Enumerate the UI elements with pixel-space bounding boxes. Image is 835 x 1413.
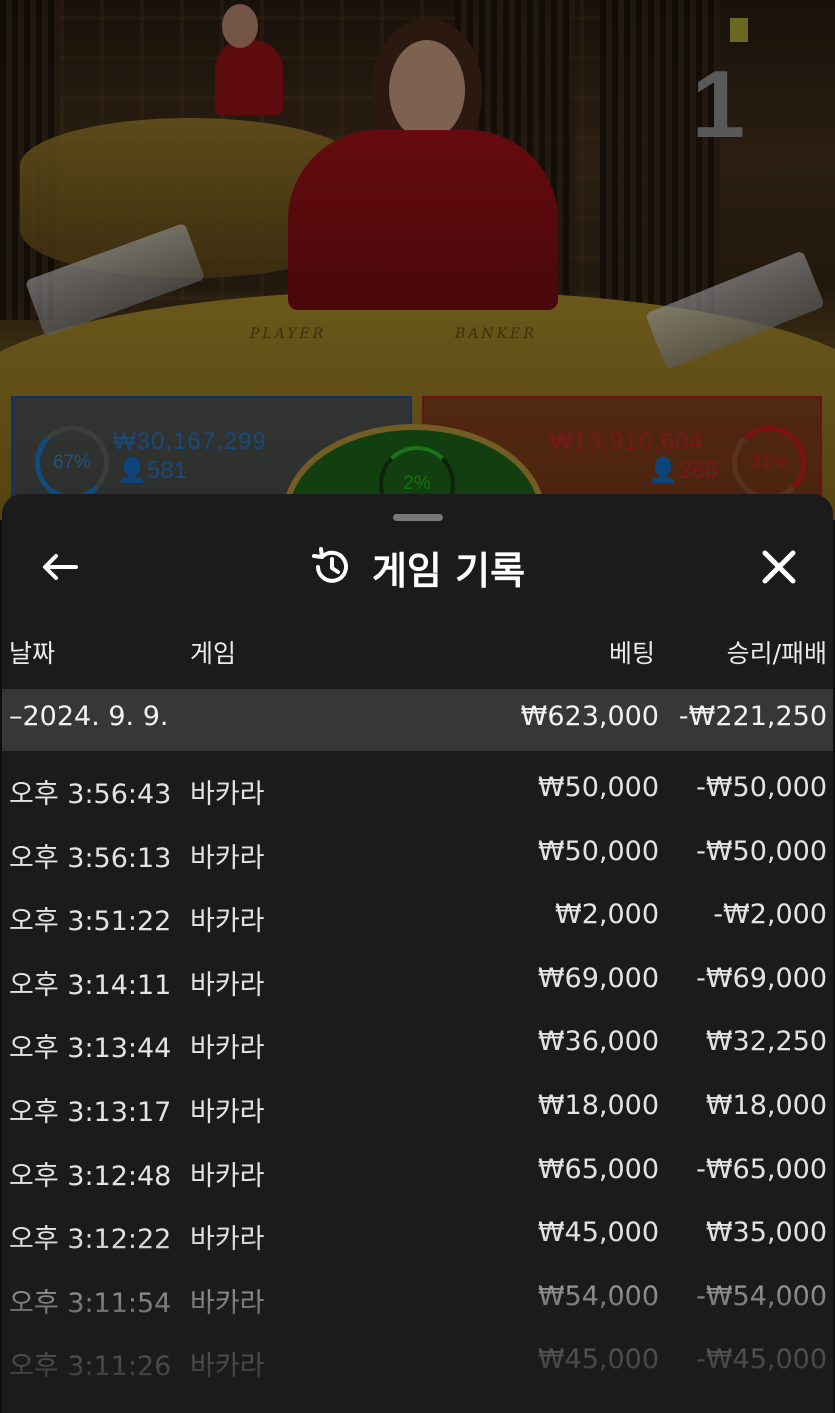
row-bet: ₩2,000 <box>555 899 659 931</box>
live-stream-background: PLAYER BANKER 1 67% ₩30,167,299 👤581 ₩13… <box>0 0 835 520</box>
row-time: 오후 3:14:11 <box>9 969 172 1001</box>
row-game: 바카라 <box>190 1351 265 1383</box>
row-result: -₩65,000 <box>696 1153 827 1185</box>
row-time: 오후 3:12:22 <box>9 1224 172 1256</box>
row-result: ₩32,250 <box>705 1026 827 1058</box>
row-time: 오후 3:12:48 <box>9 1160 172 1192</box>
row-time: 오후 3:13:44 <box>9 1033 172 1065</box>
row-game: 바카라 <box>190 906 265 938</box>
sheet-header: 게임 기록 <box>2 532 833 602</box>
history-list: 오후 3:56:43 바카라 ₩50,000 -₩50,000 오후 3:56:… <box>2 756 833 1392</box>
group-total-bet: ₩623,000 <box>520 701 659 732</box>
history-row[interactable]: 오후 3:56:13 바카라 ₩50,000 -₩50,000 <box>2 820 833 884</box>
group-date: –2024. 9. 9. <box>9 701 169 732</box>
game-history-sheet: 게임 기록 날짜 게임 베팅 승리/패배 –2024. 9. 9. ₩623,0… <box>2 494 833 1413</box>
history-row[interactable]: 오후 3:14:11 바카라 ₩69,000 -₩69,000 <box>2 947 833 1011</box>
row-time: 오후 3:56:13 <box>9 842 172 874</box>
modal-backdrop[interactable] <box>0 0 835 520</box>
row-game: 바카라 <box>190 779 265 810</box>
row-result: ₩35,000 <box>705 1217 827 1249</box>
column-header-result: 승리/패배 <box>726 639 827 668</box>
history-row[interactable]: 오후 3:13:44 바카라 ₩36,000 ₩32,250 <box>2 1010 833 1074</box>
date-group-row[interactable]: –2024. 9. 9. ₩623,000 -₩221,250 <box>2 689 833 751</box>
row-game: 바카라 <box>190 1033 265 1065</box>
row-result: -₩50,000 <box>696 772 827 803</box>
row-time: 오후 3:56:43 <box>9 779 172 810</box>
row-game: 바카라 <box>190 1096 265 1128</box>
history-icon <box>311 547 348 583</box>
history-row[interactable]: 오후 3:51:22 바카라 ₩2,000 -₩2,000 <box>2 883 833 947</box>
column-header-date: 날짜 <box>9 639 56 668</box>
group-total-result: -₩221,250 <box>678 701 827 732</box>
history-row[interactable]: 오후 3:13:17 바카라 ₩18,000 ₩18,000 <box>2 1074 833 1138</box>
row-bet: ₩45,000 <box>537 1217 659 1249</box>
row-result: -₩2,000 <box>713 899 827 931</box>
row-game: 바카라 <box>190 842 265 874</box>
history-row[interactable]: 오후 3:11:54 바카라 ₩54,000 -₩54,000 <box>2 1265 833 1329</box>
row-bet: ₩50,000 <box>537 772 659 803</box>
row-bet: ₩36,000 <box>537 1026 659 1058</box>
history-row[interactable]: 오후 3:12:22 바카라 ₩45,000 ₩35,000 <box>2 1201 833 1265</box>
column-header-game: 게임 <box>190 639 237 668</box>
row-result: -₩54,000 <box>696 1280 827 1312</box>
row-bet: ₩45,000 <box>537 1344 659 1376</box>
row-result: -₩50,000 <box>696 835 827 867</box>
row-game: 바카라 <box>190 1160 265 1192</box>
row-bet: ₩54,000 <box>537 1280 659 1312</box>
history-row[interactable]: 오후 3:12:48 바카라 ₩65,000 -₩65,000 <box>2 1138 833 1202</box>
sheet-title-group: 게임 기록 <box>2 540 833 594</box>
row-time: 오후 3:11:54 <box>9 1287 172 1319</box>
row-game: 바카라 <box>190 969 265 1001</box>
history-row[interactable]: 오후 3:56:43 바카라 ₩50,000 -₩50,000 <box>2 756 833 820</box>
history-row[interactable]: 오후 3:11:26 바카라 ₩45,000 -₩45,000 <box>2 1328 833 1392</box>
row-bet: ₩18,000 <box>537 1089 659 1121</box>
sheet-drag-handle[interactable] <box>393 514 443 521</box>
close-icon <box>762 550 796 584</box>
row-time: 오후 3:51:22 <box>9 906 172 938</box>
row-bet: ₩50,000 <box>537 835 659 867</box>
row-bet: ₩65,000 <box>537 1153 659 1185</box>
row-result: ₩18,000 <box>705 1089 827 1121</box>
close-button[interactable] <box>749 540 809 594</box>
row-time: 오후 3:13:17 <box>9 1096 172 1128</box>
row-game: 바카라 <box>190 1287 265 1319</box>
sheet-title: 게임 기록 <box>371 548 526 593</box>
column-header-bet: 베팅 <box>608 639 655 668</box>
row-result: -₩45,000 <box>696 1344 827 1376</box>
row-result: -₩69,000 <box>696 962 827 994</box>
row-game: 바카라 <box>190 1224 265 1256</box>
row-time: 오후 3:11:26 <box>9 1351 172 1383</box>
row-bet: ₩69,000 <box>537 962 659 994</box>
